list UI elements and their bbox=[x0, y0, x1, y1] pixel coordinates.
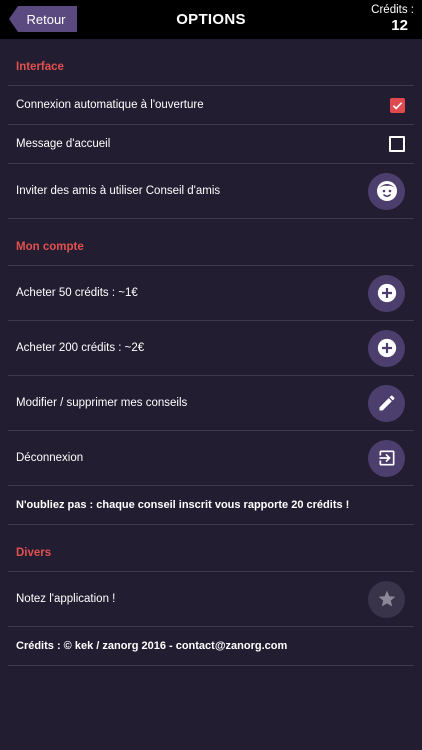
credits-value: 12 bbox=[391, 17, 408, 34]
buy-50-credits-label: Acheter 50 crédits : ~1€ bbox=[16, 287, 138, 299]
credits-reminder: N'oubliez pas : chaque conseil inscrit v… bbox=[8, 486, 414, 525]
page-title: OPTIONS bbox=[176, 11, 246, 28]
section-title-account: Mon compte bbox=[8, 219, 414, 266]
auto-connect-row[interactable]: Connexion automatique à l'ouverture bbox=[8, 86, 414, 125]
pencil-icon bbox=[379, 395, 394, 411]
rate-app-row[interactable]: Notez l'application ! bbox=[8, 572, 414, 627]
logout-button[interactable] bbox=[368, 439, 405, 477]
buy-200-credits-row[interactable]: Acheter 200 crédits : ~2€ bbox=[8, 321, 414, 376]
credits-footer-text: Crédits : © kek / zanorg 2016 - contact@… bbox=[16, 640, 288, 652]
auto-connect-label: Connexion automatique à l'ouverture bbox=[16, 99, 204, 111]
invite-friends-button[interactable] bbox=[368, 172, 405, 210]
welcome-message-checkbox[interactable] bbox=[389, 136, 405, 152]
welcome-message-label: Message d'accueil bbox=[16, 138, 111, 150]
checkmark-icon bbox=[392, 101, 403, 110]
rate-app-button[interactable] bbox=[368, 580, 405, 618]
invite-friends-label: Inviter des amis à utiliser Conseil d'am… bbox=[16, 185, 221, 197]
plus-icon bbox=[377, 338, 396, 358]
buy-200-credits-label: Acheter 200 crédits : ~2€ bbox=[16, 342, 145, 354]
logout-row[interactable]: Déconnexion bbox=[8, 431, 414, 486]
credits-reminder-text: N'oubliez pas : chaque conseil inscrit v… bbox=[16, 499, 350, 511]
top-bar: Retour OPTIONS Crédits : 12 bbox=[0, 0, 422, 39]
buy-50-credits-row[interactable]: Acheter 50 crédits : ~1€ bbox=[8, 266, 414, 321]
smiley-face-icon bbox=[376, 181, 397, 201]
section-title-misc: Divers bbox=[8, 525, 414, 572]
section-title-interface: Interface bbox=[8, 39, 414, 86]
credits-counter: Crédits : 12 bbox=[371, 3, 414, 35]
edit-advice-row[interactable]: Modifier / supprimer mes conseils bbox=[8, 376, 414, 431]
buy-200-credits-button[interactable] bbox=[368, 329, 405, 367]
credits-footer: Crédits : © kek / zanorg 2016 - contact@… bbox=[8, 627, 414, 666]
edit-advice-button[interactable] bbox=[368, 384, 405, 422]
invite-friends-row[interactable]: Inviter des amis à utiliser Conseil d'am… bbox=[8, 164, 414, 219]
options-list: Interface Connexion automatique à l'ouve… bbox=[0, 39, 422, 666]
logout-label: Déconnexion bbox=[16, 452, 84, 464]
star-icon bbox=[378, 590, 395, 607]
credits-label: Crédits : bbox=[371, 4, 414, 16]
rate-app-label: Notez l'application ! bbox=[16, 593, 116, 605]
buy-50-credits-button[interactable] bbox=[368, 274, 405, 312]
edit-advice-label: Modifier / supprimer mes conseils bbox=[16, 397, 188, 409]
exit-icon bbox=[379, 450, 394, 466]
welcome-message-row[interactable]: Message d'accueil bbox=[8, 125, 414, 164]
auto-connect-checkbox[interactable] bbox=[390, 97, 405, 113]
plus-icon bbox=[377, 283, 396, 303]
